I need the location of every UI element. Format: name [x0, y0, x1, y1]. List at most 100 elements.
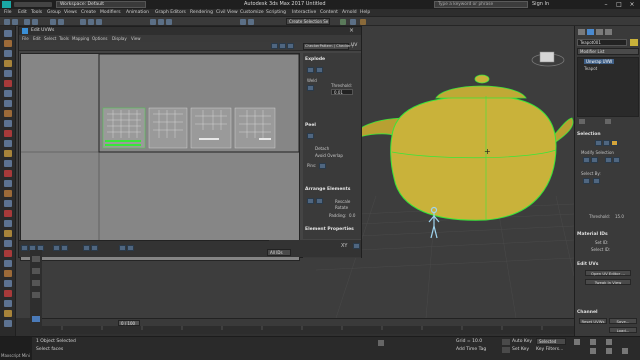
menu-rendering[interactable]: Rendering: [190, 10, 213, 15]
menu-customize[interactable]: Customize: [240, 10, 264, 15]
selected-dropdown[interactable]: Selected: [536, 338, 566, 345]
tool-icon[interactable]: [4, 250, 12, 257]
grow-icon[interactable]: [583, 157, 590, 163]
padding-value[interactable]: 0.0: [349, 213, 355, 218]
tool-icon[interactable]: [4, 220, 12, 227]
set-key-icon[interactable]: [502, 347, 510, 353]
angle-snap-icon[interactable]: [158, 19, 164, 25]
channel-head[interactable]: Channel: [577, 310, 598, 315]
tool-icon[interactable]: [4, 50, 12, 57]
uvw-rotate-icon[interactable]: [279, 43, 286, 49]
tool-icon[interactable]: [4, 230, 12, 237]
uvw-menu-display[interactable]: Display: [112, 36, 127, 41]
material-ids-head[interactable]: Material IDs: [577, 232, 608, 237]
material-editor-icon[interactable]: [340, 19, 346, 25]
tool-icon[interactable]: [4, 320, 12, 327]
explode-alt-icon[interactable]: [316, 67, 323, 73]
menu-views[interactable]: Views: [64, 10, 77, 15]
uvw-filter-icon[interactable]: [61, 245, 68, 251]
set-key-label[interactable]: Set Key: [512, 347, 529, 352]
quick-access-icons[interactable]: [14, 2, 52, 7]
render-setup-icon[interactable]: [350, 19, 356, 25]
uvw-snap-icon[interactable]: [91, 245, 98, 251]
face-mode-icon[interactable]: [611, 140, 618, 146]
close-icon[interactable]: ×: [626, 1, 638, 8]
uvw-zoom-icon[interactable]: [127, 245, 134, 251]
align-icon[interactable]: [248, 19, 254, 25]
stack-item-unwrap[interactable]: Unwrap UVW: [584, 59, 615, 64]
scale-icon[interactable]: [96, 19, 102, 25]
auto-key-icon[interactable]: [502, 339, 510, 345]
edge-mode-icon[interactable]: [603, 140, 610, 146]
tool-icon[interactable]: [4, 160, 12, 167]
sign-in-link[interactable]: Sign In: [532, 1, 549, 7]
select-by-planar-icon[interactable]: [593, 178, 600, 184]
uvw-title-bar[interactable]: Edit UVWs ×: [19, 27, 361, 35]
stack-item-teapot[interactable]: Teapot: [584, 66, 597, 71]
quick-peel-icon[interactable]: [307, 133, 314, 139]
tool-icon[interactable]: [4, 300, 12, 307]
render-icon[interactable]: [360, 19, 366, 25]
tool-icon[interactable]: [4, 150, 12, 157]
tool-icon[interactable]: [4, 210, 12, 217]
tool-icon[interactable]: [4, 170, 12, 177]
explode-icon[interactable]: [307, 67, 314, 73]
motion-tab-icon[interactable]: [605, 29, 612, 35]
loop-icon[interactable]: [605, 157, 612, 163]
auto-key-label[interactable]: Auto Key: [512, 339, 532, 344]
maximize-icon[interactable]: □: [613, 1, 625, 8]
uvw-menu-view[interactable]: View: [131, 36, 141, 41]
tweak-in-view-button[interactable]: Tweak In View: [585, 279, 631, 285]
uvw-close-icon[interactable]: ×: [349, 27, 354, 34]
remove-modifier-icon[interactable]: [605, 119, 611, 124]
tool-icon[interactable]: [4, 180, 12, 187]
menu-modifiers[interactable]: Modifiers: [100, 10, 121, 15]
pin-stack-icon[interactable]: [579, 119, 585, 124]
threshold-field[interactable]: 0.01: [331, 89, 353, 95]
uv-editor-canvas[interactable]: [20, 53, 300, 261]
tool-icon[interactable]: [4, 200, 12, 207]
uvw-move-icon[interactable]: [271, 43, 278, 49]
selection-rollout-head[interactable]: Selection: [577, 132, 601, 137]
vertex-mode-icon[interactable]: [595, 140, 602, 146]
uvw-menu-edit[interactable]: Edit: [33, 36, 41, 41]
workspace-dropdown[interactable]: Workspace: Default: [56, 1, 146, 8]
menu-arnold[interactable]: Arnold: [342, 10, 357, 15]
play-icon[interactable]: [590, 339, 596, 345]
explode-head[interactable]: Explode: [305, 57, 359, 64]
menu-scripting[interactable]: Scripting: [266, 10, 286, 15]
goto-start-icon[interactable]: [574, 339, 580, 345]
uvw-menu-select[interactable]: Select: [44, 36, 56, 41]
reset-uvws-button[interactable]: Reset UVWs: [579, 318, 607, 324]
edit-uvs-head[interactable]: Edit UVs: [577, 262, 598, 267]
tool-icon[interactable]: [4, 90, 12, 97]
menu-civil-view[interactable]: Civil View: [216, 10, 238, 15]
tool-icon[interactable]: [4, 100, 12, 107]
tool-icon[interactable]: [4, 120, 12, 127]
shrink-icon[interactable]: [591, 157, 598, 163]
minimize-icon[interactable]: –: [600, 1, 612, 8]
menu-help[interactable]: Help: [360, 10, 370, 15]
checker-dropdown[interactable]: CheckerPattern ( Checker ): [303, 43, 353, 50]
percent-snap-icon[interactable]: [166, 19, 172, 25]
add-time-tag[interactable]: Add Time Tag: [456, 347, 486, 352]
menu-tools[interactable]: Tools: [31, 10, 42, 15]
link-icon[interactable]: [24, 19, 30, 25]
menu-graph-editors[interactable]: Graph Editors: [155, 10, 186, 15]
arrange-elements-head[interactable]: Arrange Elements: [305, 187, 359, 194]
layout-icon[interactable]: [32, 268, 40, 274]
modify-tab-icon[interactable]: [587, 29, 594, 35]
snap-icon[interactable]: [150, 19, 156, 25]
modifier-stack[interactable]: Unwrap UVW Teapot: [577, 57, 639, 117]
uvw-menu-file[interactable]: File: [22, 36, 29, 41]
tool-icon[interactable]: [4, 80, 12, 87]
object-color-swatch[interactable]: [630, 39, 638, 46]
create-tab-icon[interactable]: [578, 29, 585, 35]
uvw-menu-mapping[interactable]: Mapping: [72, 36, 89, 41]
layout-icon[interactable]: [32, 316, 40, 322]
time-slider[interactable]: 0 / 100: [42, 318, 574, 326]
select-by-element-icon[interactable]: [583, 178, 590, 184]
tool-icon[interactable]: [4, 290, 12, 297]
layout-icon[interactable]: [32, 256, 40, 262]
key-filters-button[interactable]: Key Filters...: [536, 347, 563, 352]
